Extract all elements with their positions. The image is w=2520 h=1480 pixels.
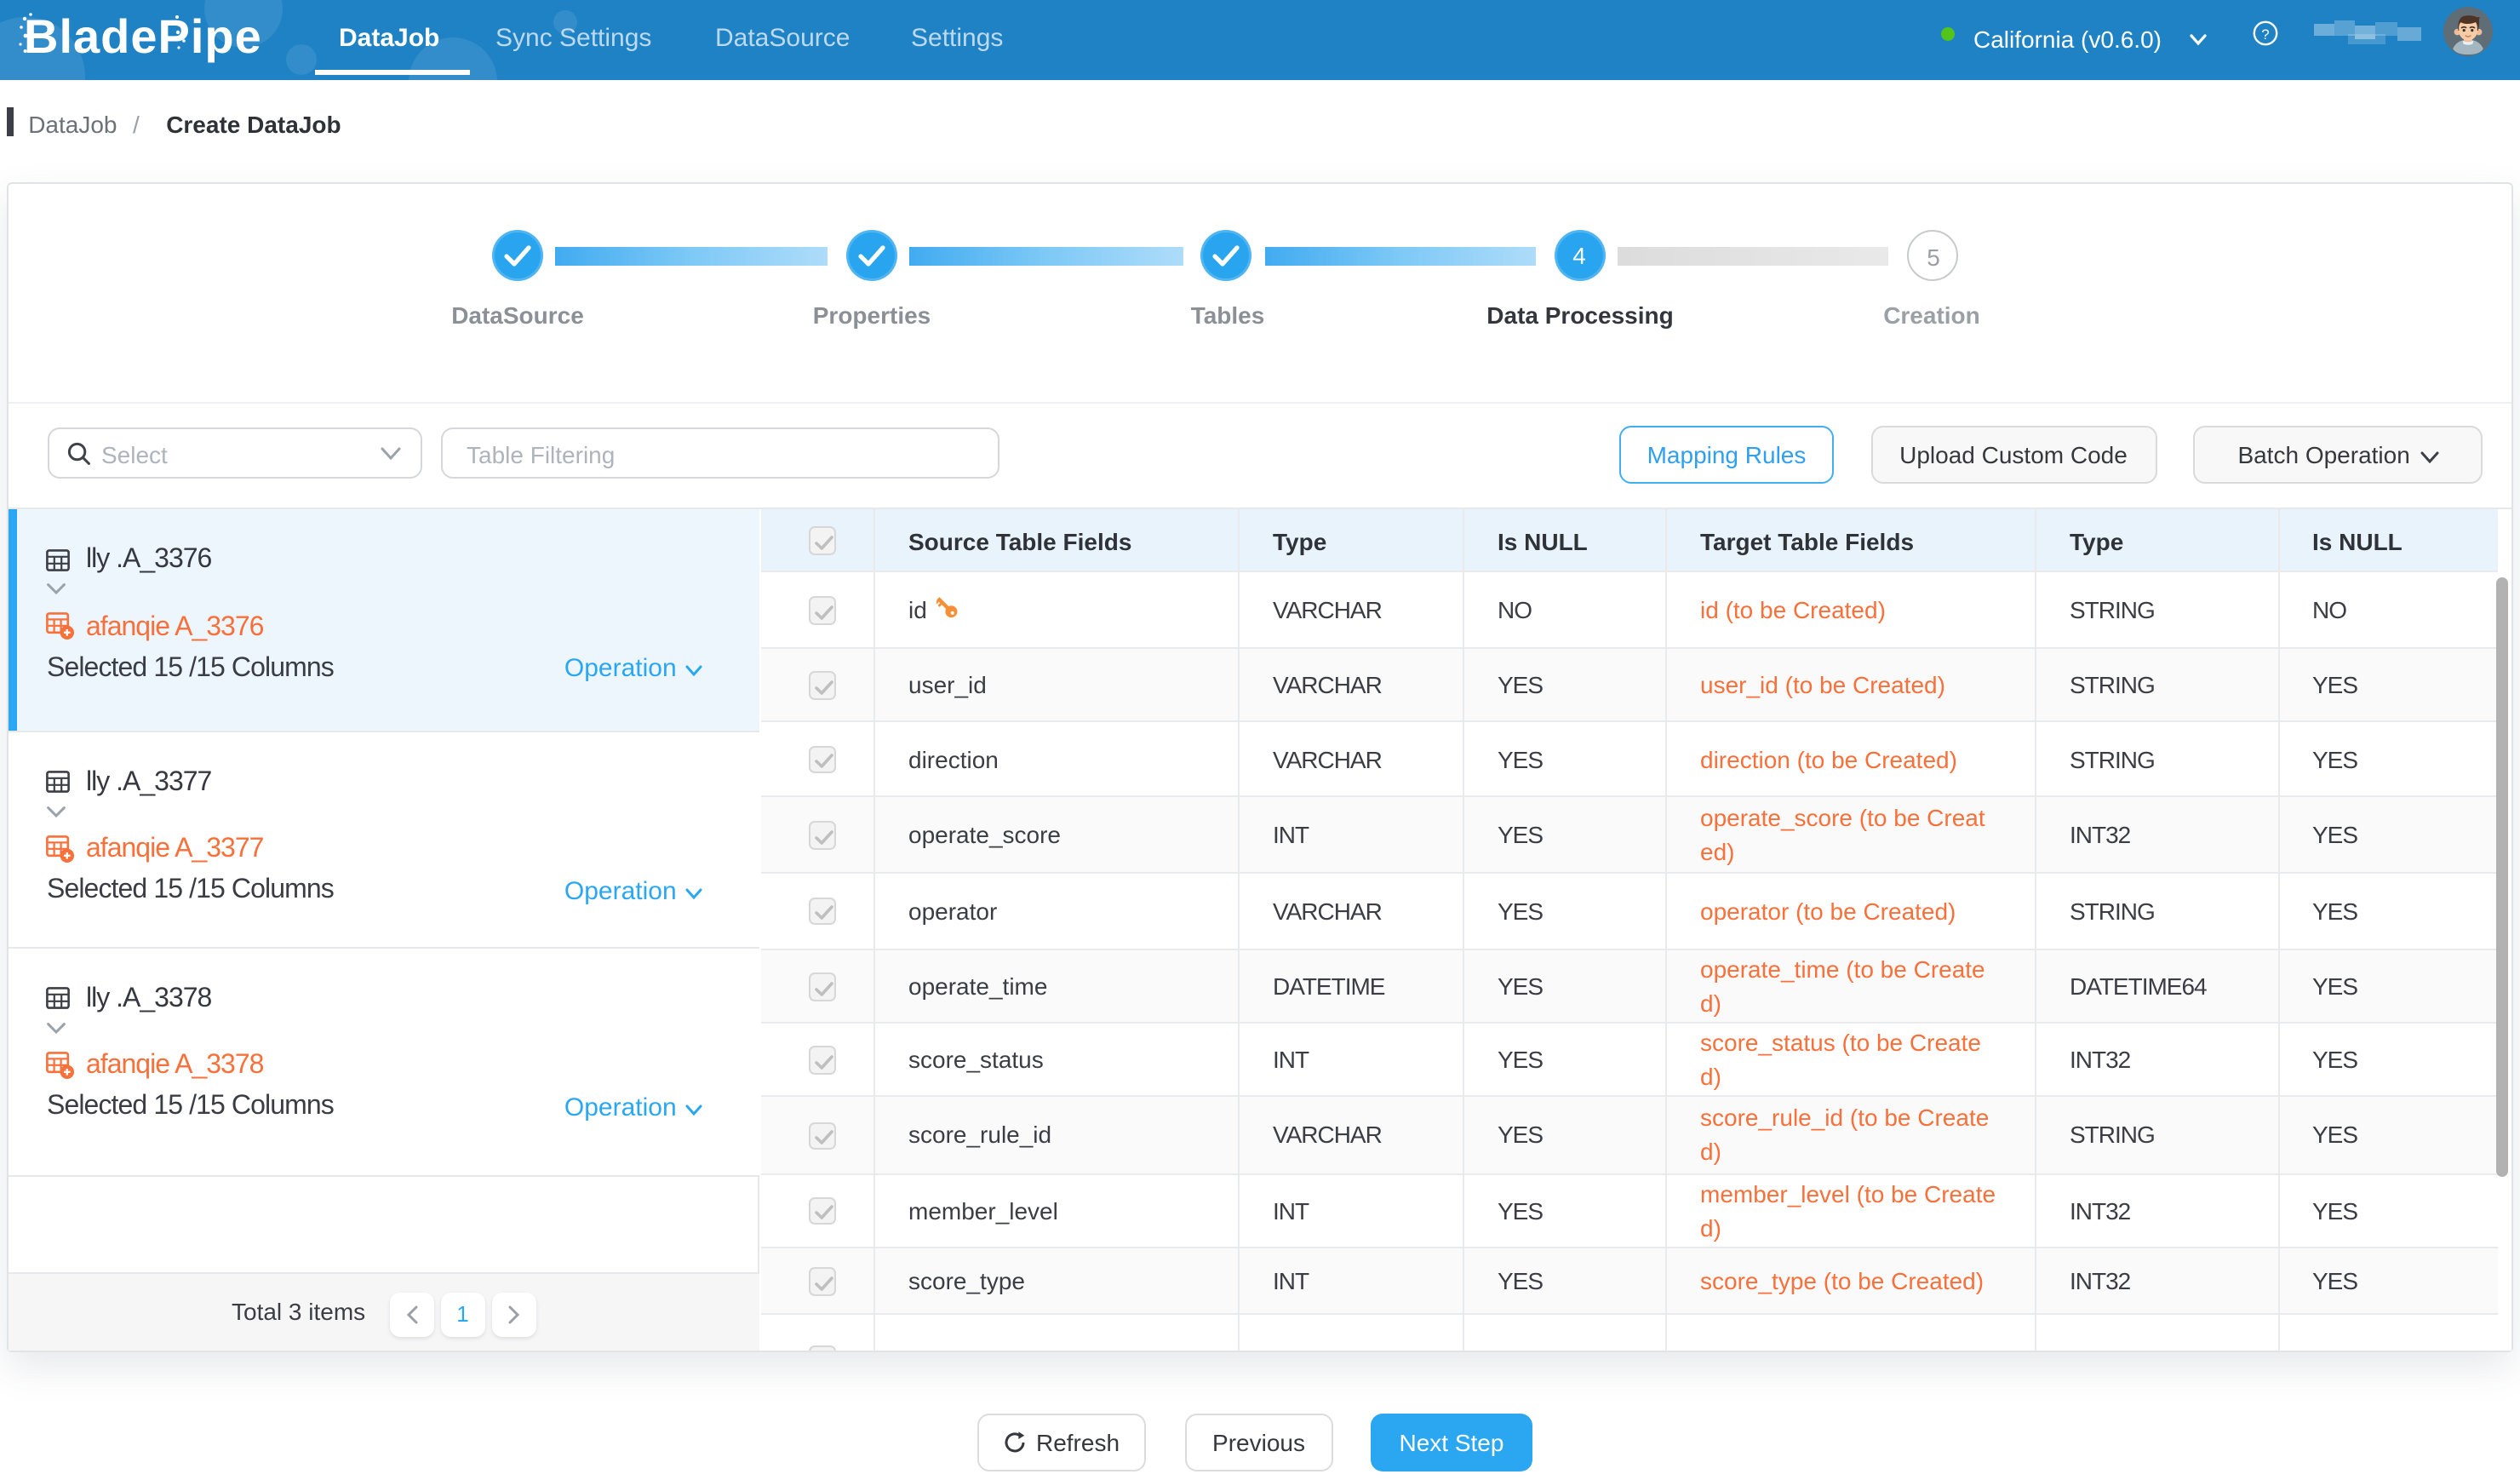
- svg-text:?: ?: [2261, 26, 2269, 43]
